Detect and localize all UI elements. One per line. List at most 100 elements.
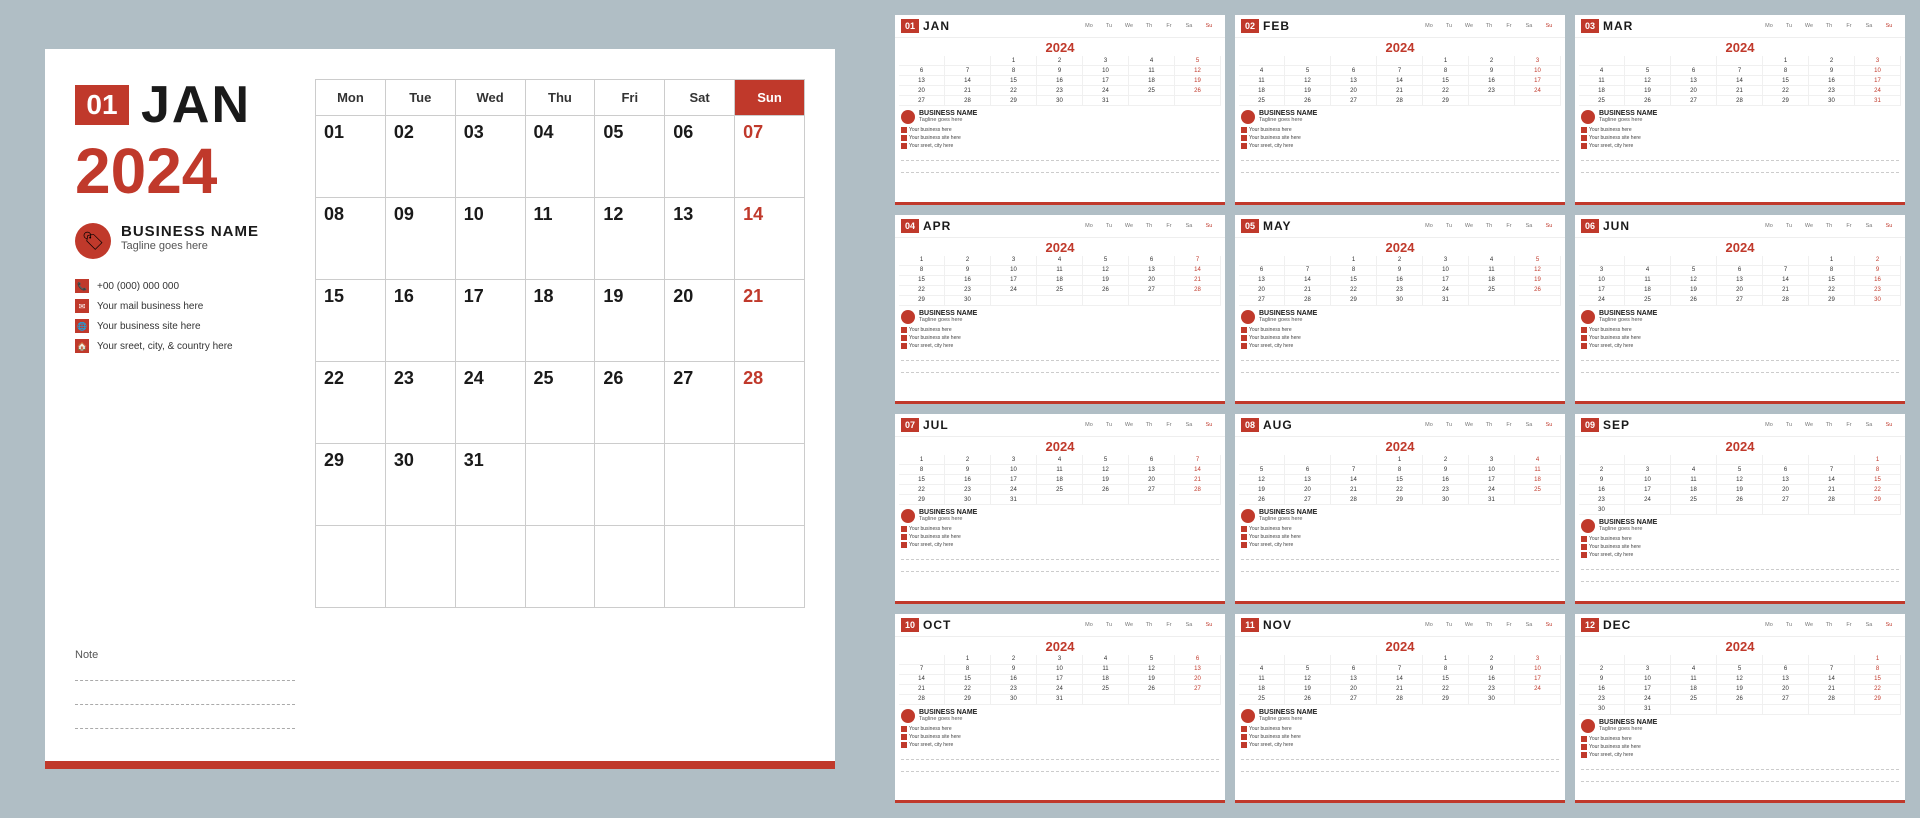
- mini-day-cell: 15: [1855, 675, 1901, 684]
- mini-contact-row: Your business here: [1241, 526, 1559, 532]
- mini-day-cell: 29: [1855, 695, 1901, 704]
- mini-contact-row: Your business site here: [1581, 335, 1899, 341]
- mini-day-abbr: We: [1799, 23, 1819, 29]
- mini-week-row: 10111213141516: [1579, 276, 1901, 286]
- mini-calendar-nov: 11NOVMoTuWeThFrSaSu2024....1234567891011…: [1235, 614, 1565, 804]
- mini-contact-row: Your business here: [1581, 736, 1899, 742]
- mini-contact-text: Your business site here: [1249, 734, 1301, 740]
- mini-day-abbr: Tu: [1099, 223, 1119, 229]
- mini-contact-row: Your sreet, city here: [1581, 143, 1899, 149]
- day-header-mon: Mon: [316, 80, 386, 116]
- calendar-day-cell: 10: [455, 198, 525, 280]
- mini-week-row: 1234567: [899, 256, 1221, 266]
- mini-days-abbr-sep: MoTuWeThFrSaSu: [1759, 422, 1899, 428]
- mini-year-may: 2024: [1235, 238, 1565, 256]
- mini-day-cell: 14: [1175, 266, 1221, 275]
- mini-day-abbr: Tu: [1779, 223, 1799, 229]
- mini-day-abbr: Fr: [1499, 422, 1519, 428]
- mini-week-row: 28293031...: [899, 695, 1221, 705]
- mini-day-cell: 4: [1037, 455, 1083, 464]
- mini-day-cell: 15: [1423, 76, 1469, 85]
- mini-week-row: 16171819202122: [1579, 685, 1901, 695]
- mini-day-abbr: Su: [1199, 23, 1219, 29]
- calendar-week-3: 22232425262728: [316, 362, 805, 444]
- mini-contact-row: Your sreet, city here: [1241, 742, 1559, 748]
- mini-day-abbr: We: [1459, 23, 1479, 29]
- calendar-day-cell: 01: [316, 116, 386, 198]
- mini-note: [1235, 549, 1565, 586]
- mini-day-cell: 13: [1763, 675, 1809, 684]
- calendar-day-cell: 09: [385, 198, 455, 280]
- mini-biz-logo: [1241, 709, 1255, 723]
- mini-day-abbr: Tu: [1439, 422, 1459, 428]
- mini-day-cell: 3: [1037, 655, 1083, 664]
- mini-day-cell: 31: [1469, 495, 1515, 504]
- mini-day-cell: 24: [1625, 695, 1671, 704]
- mini-day-abbr: We: [1799, 622, 1819, 628]
- mini-day-abbr: Th: [1479, 622, 1499, 628]
- mini-day-abbr: Sa: [1179, 622, 1199, 628]
- mini-week-row: 22232425262728: [899, 286, 1221, 296]
- mini-contact-text: Your business site here: [1589, 335, 1641, 341]
- mini-note: [895, 150, 1225, 187]
- mini-day-cell: 20: [1717, 286, 1763, 295]
- mini-day-abbr: Su: [1879, 422, 1899, 428]
- mini-day-cell: 26: [1175, 86, 1221, 95]
- mini-day-cell: 11: [1239, 675, 1285, 684]
- days-header-row: Mon Tue Wed Thu Fri Sat Sun: [316, 80, 805, 116]
- mini-contact-row: Your business here: [1241, 726, 1559, 732]
- mini-day-cell: 2: [1469, 655, 1515, 664]
- calendar-day-cell: 27: [665, 362, 735, 444]
- mini-day-cell: 14: [1377, 76, 1423, 85]
- mini-day-cell: 18: [1037, 475, 1083, 484]
- mini-biz-text: BUSINESS NAMETagline goes here: [1599, 719, 1657, 732]
- mini-day-cell: .: [1809, 455, 1855, 464]
- mini-day-abbr: Su: [1539, 223, 1559, 229]
- mini-day-abbr: Fr: [1839, 622, 1859, 628]
- mini-week-row: 20212223242526: [899, 86, 1221, 96]
- mini-contact-text: Your business site here: [1249, 534, 1301, 540]
- mini-day-cell: 10: [1083, 66, 1129, 75]
- mini-day-cell: 16: [1469, 675, 1515, 684]
- mini-day-abbr: Su: [1879, 223, 1899, 229]
- mini-day-abbr: Mo: [1079, 622, 1099, 628]
- mini-day-cell: 14: [1763, 276, 1809, 285]
- mini-week-row: 30......: [1579, 505, 1901, 515]
- mini-day-cell: 28: [1377, 96, 1423, 105]
- mini-day-abbr: We: [1459, 622, 1479, 628]
- mini-day-cell: 27: [1129, 286, 1175, 295]
- mini-day-cell: 25: [1239, 96, 1285, 105]
- mini-day-abbr: Mo: [1079, 23, 1099, 29]
- mini-day-cell: 15: [899, 475, 945, 484]
- mini-day-cell: 6: [1671, 66, 1717, 75]
- mini-day-cell: 9: [1377, 266, 1423, 275]
- mini-note: [895, 749, 1225, 786]
- mini-week-row: ....123: [1239, 655, 1561, 665]
- main-left-info: 01 JAN 2024 BUSINESS NAME Tagline goes h…: [75, 79, 295, 739]
- mini-day-cell: 22: [1377, 485, 1423, 494]
- mini-day-cell: 20: [1331, 685, 1377, 694]
- mini-day-cell: 16: [945, 475, 991, 484]
- mini-day-cell: 10: [1625, 475, 1671, 484]
- mini-day-cell: 13: [1763, 475, 1809, 484]
- mini-day-cell: .: [1239, 56, 1285, 65]
- mini-day-cell: 1: [1331, 256, 1377, 265]
- mini-day-cell: 14: [1377, 675, 1423, 684]
- mini-note: [1235, 749, 1565, 786]
- mini-day-cell: .: [1579, 455, 1625, 464]
- mini-week-row: 78910111213: [899, 665, 1221, 675]
- mini-week-row: 2930.....: [899, 296, 1221, 306]
- mini-day-cell: 4: [1129, 56, 1175, 65]
- mini-day-cell: 11: [1037, 266, 1083, 275]
- mini-day-cell: 29: [899, 296, 945, 305]
- mini-day-cell: 24: [1469, 485, 1515, 494]
- mini-day-cell: 22: [1855, 485, 1901, 494]
- mini-biz-logo: [1581, 519, 1595, 533]
- mini-contact-row: Your business site here: [1581, 744, 1899, 750]
- mini-header-mar: 03MARMoTuWeThFrSaSu: [1575, 15, 1905, 38]
- mini-contact-text: Your business here: [909, 726, 952, 732]
- mini-contact-icon: [901, 343, 907, 349]
- mini-contact-text: Your business here: [1249, 327, 1292, 333]
- mini-day-cell: .: [1469, 96, 1515, 105]
- mini-note-line: [901, 564, 1219, 572]
